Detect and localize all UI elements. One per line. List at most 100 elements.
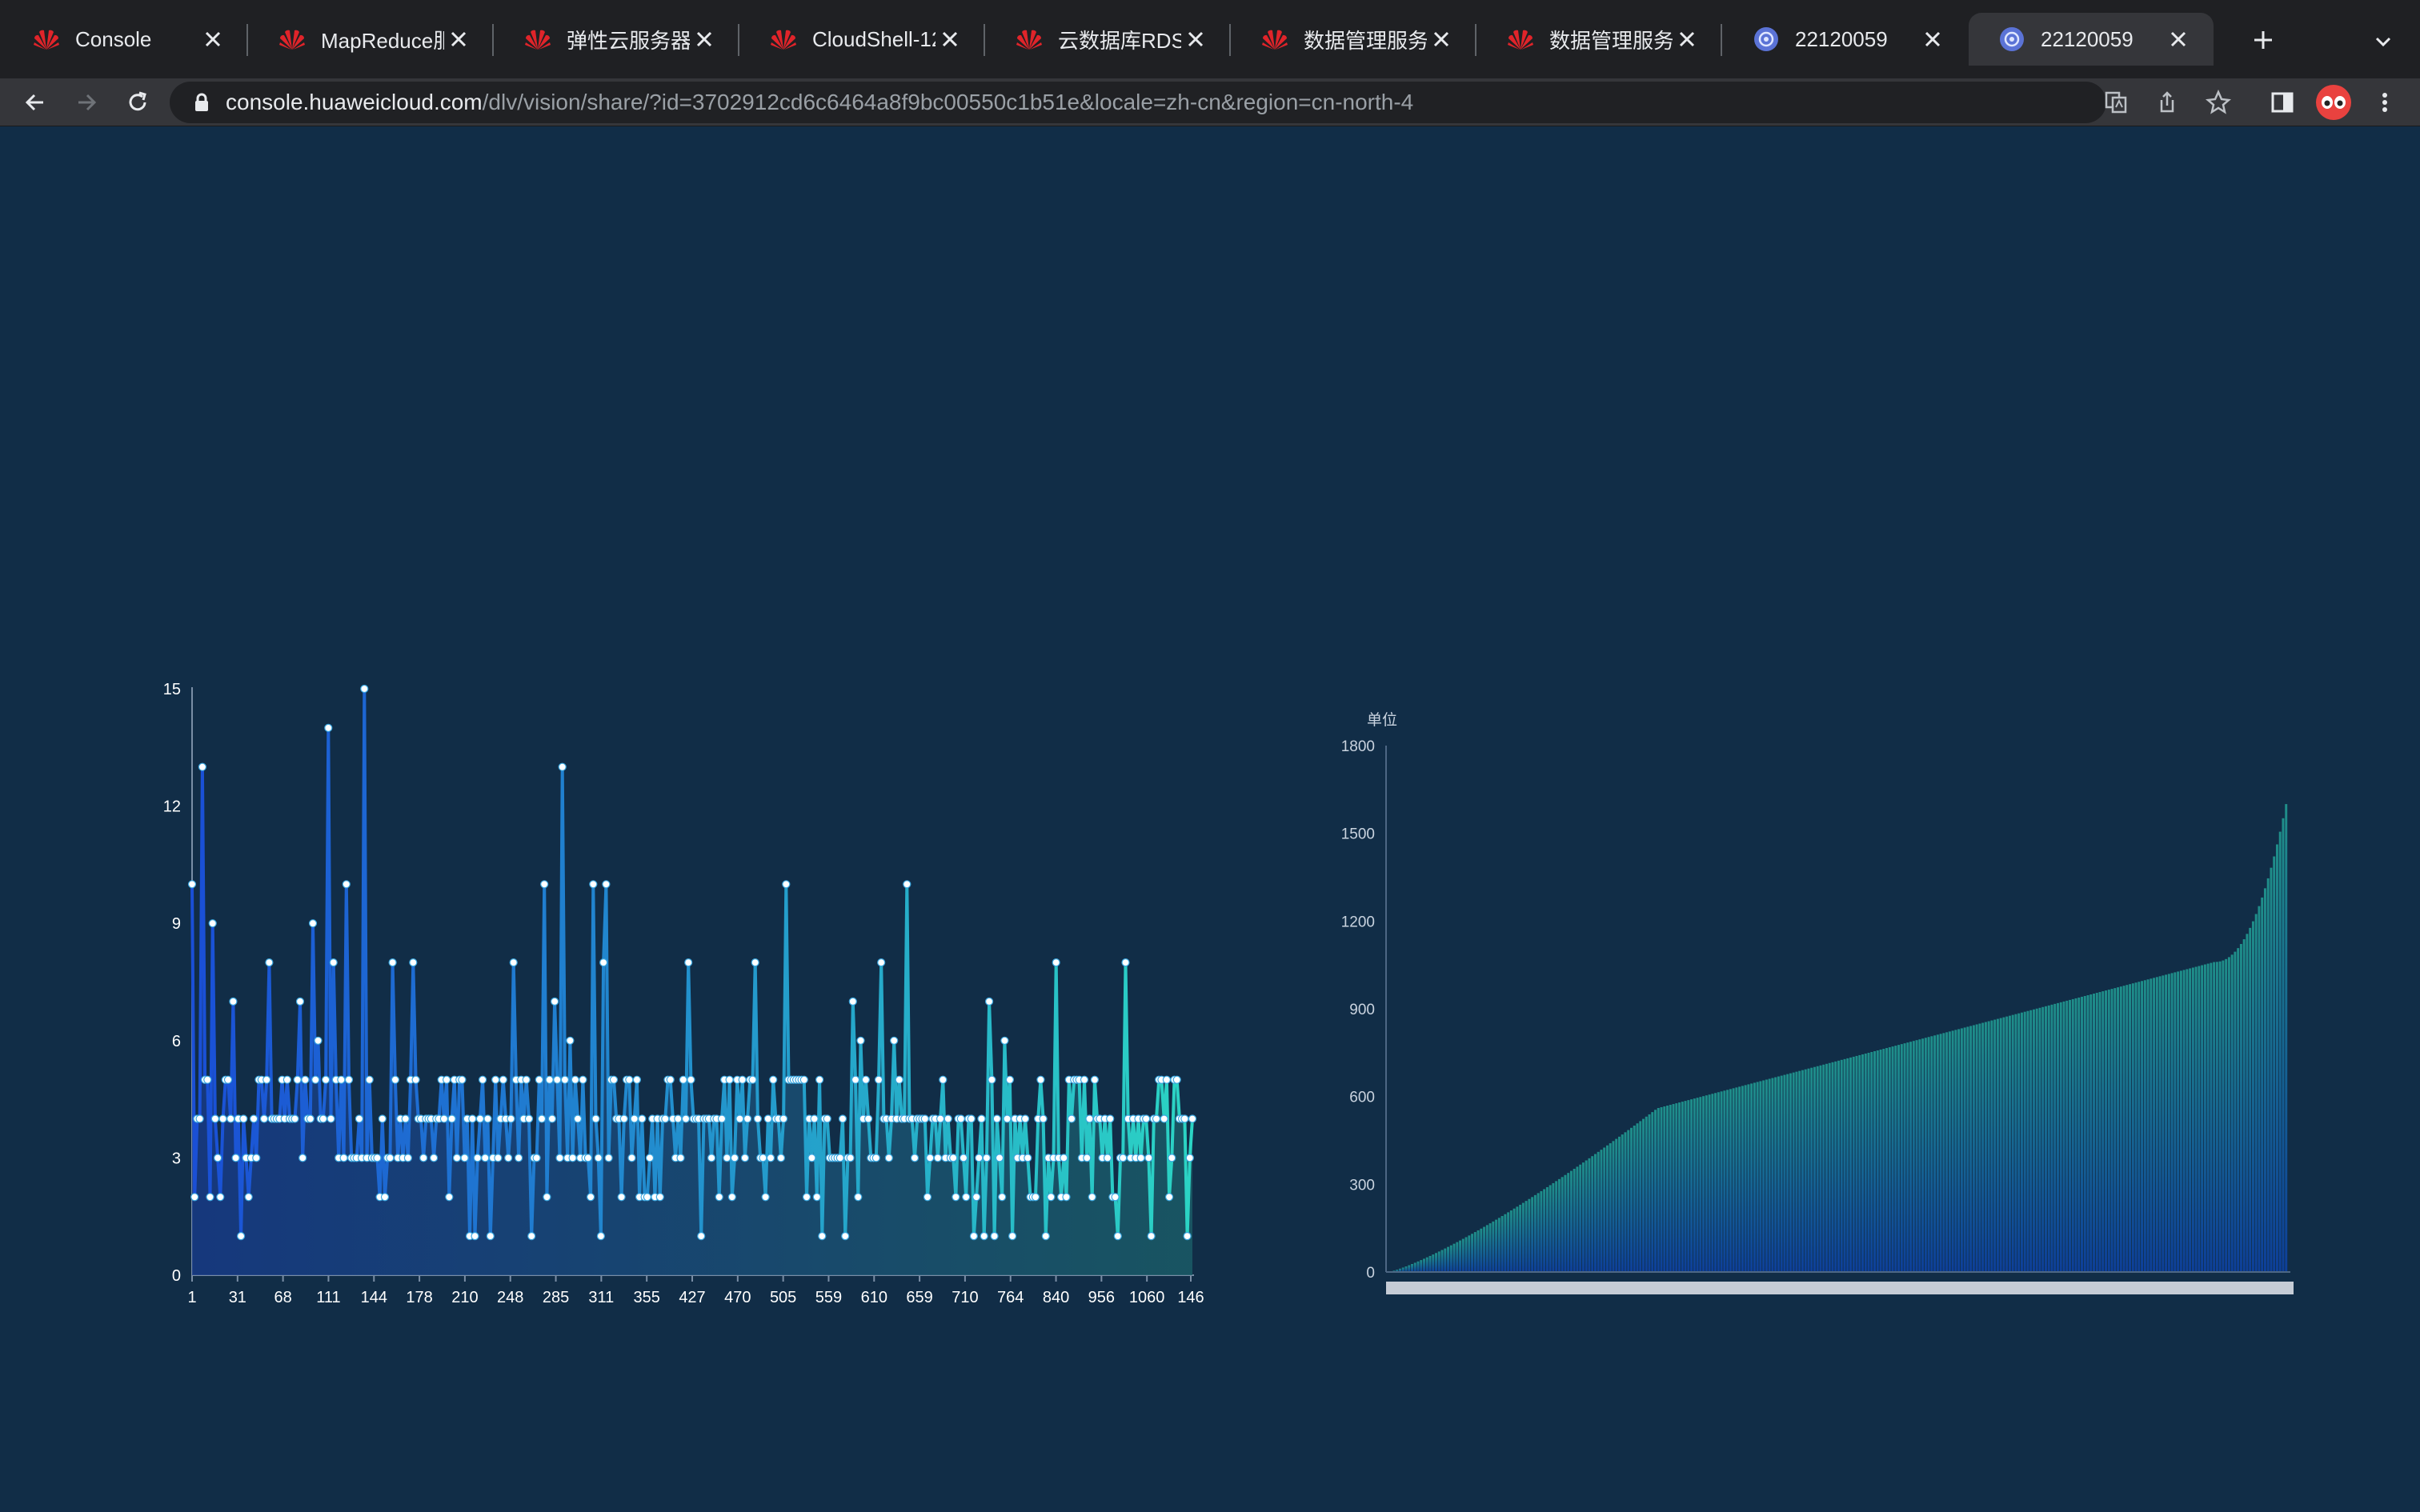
data-point[interactable] xyxy=(308,919,318,928)
bar[interactable] xyxy=(1609,1143,1612,1272)
data-point[interactable] xyxy=(568,1154,577,1162)
data-point[interactable] xyxy=(707,1154,716,1162)
browser-tab[interactable]: 22120059 xyxy=(1969,13,2214,66)
data-point[interactable] xyxy=(403,1154,412,1162)
bar[interactable] xyxy=(2047,1005,2050,1272)
data-point[interactable] xyxy=(717,1114,727,1123)
close-tab-button[interactable] xyxy=(936,25,964,54)
bar[interactable] xyxy=(1846,1058,1849,1272)
data-point[interactable] xyxy=(681,1114,691,1123)
data-point[interactable] xyxy=(1005,1075,1015,1084)
bar[interactable] xyxy=(2239,943,2242,1272)
bar[interactable] xyxy=(2237,948,2240,1272)
bar[interactable] xyxy=(1545,1186,1549,1272)
data-point[interactable] xyxy=(1160,1114,1168,1123)
data-point[interactable] xyxy=(409,958,418,967)
bar[interactable] xyxy=(2261,897,2264,1272)
data-point[interactable] xyxy=(1164,1193,1174,1202)
data-point[interactable] xyxy=(1172,1075,1181,1084)
bar[interactable] xyxy=(2222,960,2225,1272)
bar[interactable] xyxy=(2266,878,2270,1272)
bar[interactable] xyxy=(2056,1002,2059,1272)
bar[interactable] xyxy=(1425,1257,1428,1272)
data-point[interactable] xyxy=(486,1231,495,1241)
data-point[interactable] xyxy=(856,1036,865,1045)
data-point[interactable] xyxy=(975,1154,984,1162)
bar[interactable] xyxy=(2285,804,2288,1272)
data-point[interactable] xyxy=(558,762,567,771)
data-point[interactable] xyxy=(936,1114,945,1123)
bar[interactable] xyxy=(1416,1261,1420,1272)
bar[interactable] xyxy=(2122,986,2126,1272)
data-point[interactable] xyxy=(1083,1154,1092,1162)
bar[interactable] xyxy=(2029,1010,2033,1272)
bar[interactable] xyxy=(1495,1219,1498,1272)
data-point[interactable] xyxy=(509,958,518,967)
bar[interactable] xyxy=(1408,1265,1411,1272)
bar[interactable] xyxy=(1867,1052,1870,1272)
bar[interactable] xyxy=(1894,1046,1897,1272)
bar[interactable] xyxy=(1519,1204,1522,1272)
data-point[interactable] xyxy=(329,958,338,967)
data-point[interactable] xyxy=(213,1154,222,1162)
bar[interactable] xyxy=(1600,1150,1603,1272)
data-point[interactable] xyxy=(1080,1075,1089,1084)
data-point[interactable] xyxy=(190,1193,199,1202)
data-point[interactable] xyxy=(632,1075,642,1084)
data-point[interactable] xyxy=(727,1193,736,1202)
bar[interactable] xyxy=(1681,1102,1684,1272)
data-point[interactable] xyxy=(229,997,238,1006)
bar[interactable] xyxy=(1432,1254,1435,1272)
bar[interactable] xyxy=(1900,1044,1903,1272)
data-point[interactable] xyxy=(807,1154,816,1162)
bar[interactable] xyxy=(1459,1240,1462,1272)
data-point[interactable] xyxy=(972,1193,981,1202)
data-point[interactable] xyxy=(443,1075,451,1084)
bar[interactable] xyxy=(2206,963,2210,1272)
bar[interactable] xyxy=(1888,1047,1891,1272)
data-point[interactable] xyxy=(1008,1231,1017,1241)
data-point[interactable] xyxy=(355,1114,363,1123)
data-point[interactable] xyxy=(923,1193,932,1202)
data-point[interactable] xyxy=(835,1154,844,1162)
browser-menu-button[interactable] xyxy=(2366,83,2404,122)
bar[interactable] xyxy=(1984,1022,1987,1272)
data-point[interactable] xyxy=(301,1075,310,1084)
bar[interactable] xyxy=(1723,1090,1726,1272)
bar[interactable] xyxy=(1569,1170,1573,1272)
data-point[interactable] xyxy=(532,1154,541,1162)
bar[interactable] xyxy=(2186,969,2189,1272)
data-point[interactable] xyxy=(481,1154,490,1162)
data-point[interactable] xyxy=(984,997,994,1006)
data-point[interactable] xyxy=(818,1231,827,1241)
bar[interactable] xyxy=(1918,1039,1921,1272)
data-point[interactable] xyxy=(751,958,759,967)
data-point[interactable] xyxy=(848,997,857,1006)
data-point[interactable] xyxy=(1039,1114,1048,1123)
data-point[interactable] xyxy=(715,1193,723,1202)
bar[interactable] xyxy=(1420,1260,1423,1272)
data-point[interactable] xyxy=(730,1154,739,1162)
browser-tab[interactable]: 云数据库RDS-管 xyxy=(986,13,1231,66)
bar[interactable] xyxy=(1816,1066,1819,1272)
bar[interactable] xyxy=(1831,1062,1834,1272)
bar[interactable] xyxy=(1669,1105,1672,1272)
bar[interactable] xyxy=(1795,1071,1798,1272)
bookmark-button[interactable] xyxy=(2199,83,2238,122)
bar[interactable] xyxy=(1456,1242,1459,1272)
data-point[interactable] xyxy=(661,1114,670,1123)
data-point[interactable] xyxy=(1106,1114,1115,1123)
bar[interactable] xyxy=(1404,1266,1408,1272)
bar[interactable] xyxy=(1717,1092,1720,1272)
bar[interactable] xyxy=(2251,921,2254,1272)
bar[interactable] xyxy=(2107,990,2110,1272)
bar[interactable] xyxy=(2263,888,2266,1272)
bar[interactable] xyxy=(2278,831,2282,1272)
data-point[interactable] xyxy=(311,1075,320,1084)
data-point[interactable] xyxy=(460,1154,469,1162)
bar[interactable] xyxy=(2170,973,2174,1272)
data-point[interactable] xyxy=(926,1154,935,1162)
data-point[interactable] xyxy=(239,1114,248,1123)
data-point[interactable] xyxy=(988,1075,996,1084)
bar[interactable] xyxy=(1531,1197,1534,1272)
